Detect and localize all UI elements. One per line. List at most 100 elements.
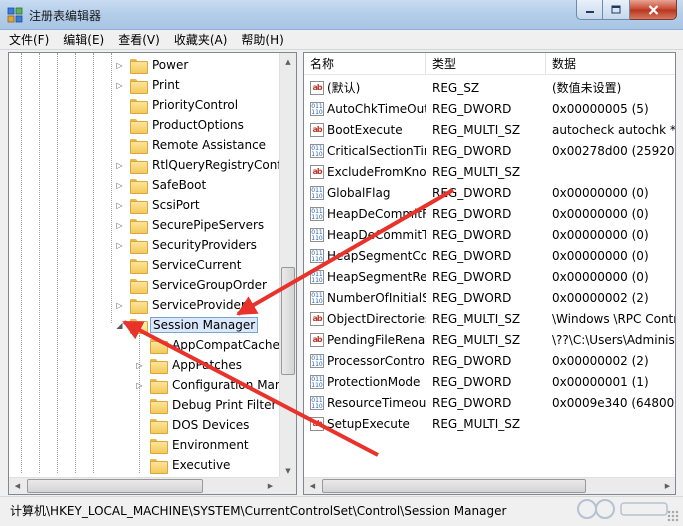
column-type[interactable]: 类型 — [426, 53, 546, 75]
menu-bar: 文件(F) 编辑(E) 查看(V) 收藏夹(A) 帮助(H) — [0, 30, 683, 50]
tree-item[interactable]: ServiceCurrent — [115, 255, 243, 275]
list-item[interactable]: 011110HeapDeCommitTotalFreeThreshold REG_… — [304, 224, 675, 245]
list-item[interactable]: ab (默认) REG_SZ (数值未设置) — [304, 77, 675, 98]
expand-arrow-icon[interactable]: ▷ — [115, 301, 124, 310]
list-item[interactable]: 011 110 ProtectionMode REG_DWORD 0x00000001 … — [304, 371, 675, 392]
maximize-button[interactable] — [603, 0, 630, 20]
resize-grip[interactable] — [667, 510, 679, 522]
folder-icon — [150, 418, 168, 434]
list-item[interactable]: 011110NumberOfInitialSessions REG_DWORD 0x… — [304, 287, 675, 308]
tree-item[interactable]: ServiceGroupOrder — [115, 275, 269, 295]
string-value-icon: ab — [310, 416, 324, 431]
key-tree[interactable]: ▷ Power ▷ Print PriorityControl ProductOption… — [8, 52, 297, 495]
tree-item[interactable]: DOS Devices — [135, 415, 251, 435]
tree-item[interactable]: Debug Print Filter — [135, 395, 278, 415]
tree-vertical-scrollbar[interactable]: ▲ ▼ — [279, 53, 296, 479]
tree-guide-line — [39, 53, 40, 473]
list-item[interactable]: ab SetupExecute REG_MULTI_SZ — [304, 413, 675, 434]
expand-arrow-icon[interactable]: ▷ — [115, 201, 124, 210]
value-list[interactable]: 名称 类型 数据 ab (默认) REG_SZ (数值未设置) 011 110 AutoCh… — [303, 52, 676, 495]
value-name: HeapSegmentCommit — [327, 248, 426, 263]
menu-edit[interactable]: 编辑(E) — [56, 30, 111, 50]
list-item[interactable]: abExcludeFromKnownDlls REG_MULTI_SZ — [304, 161, 675, 182]
scroll-thumb[interactable] — [27, 479, 203, 493]
tree-horizontal-scrollbar[interactable]: ◀ ▶ — [9, 477, 279, 494]
value-name: PendingFileRenameOperations — [327, 332, 426, 347]
tree-item[interactable]: ▷ SecurePipeServers — [115, 215, 266, 235]
tree-item[interactable]: Executive — [135, 455, 232, 475]
tree-item[interactable]: ▷ ScsiPort — [115, 195, 202, 215]
collapse-arrow-icon[interactable]: ◢ — [115, 321, 124, 330]
tree-item[interactable]: ▷ SafeBoot — [115, 175, 208, 195]
expand-arrow-icon[interactable]: ▷ — [135, 381, 144, 390]
tree-item[interactable]: ▷ Configuration Manager — [135, 375, 296, 395]
list-item[interactable]: ab BootExecute REG_MULTI_SZ autocheck autoc… — [304, 119, 675, 140]
value-name-cell: 011 110 AutoChkTimeOut — [304, 101, 426, 116]
value-data: 0x00000000 (0) — [552, 185, 649, 200]
scroll-left-icon[interactable]: ◀ — [304, 478, 321, 494]
minimize-button[interactable] — [576, 0, 603, 20]
list-item[interactable]: ab ObjectDirectories REG_MULTI_SZ \Windows … — [304, 308, 675, 329]
list-item[interactable]: 011110HeapSegmentCommit REG_DWORD 0x000000… — [304, 245, 675, 266]
menu-view[interactable]: 查看(V) — [111, 30, 167, 50]
tree-item[interactable]: Remote Assistance — [115, 135, 268, 155]
scroll-right-icon[interactable]: ▶ — [659, 478, 675, 494]
expand-arrow-icon[interactable]: ▷ — [115, 181, 124, 190]
close-button[interactable] — [630, 0, 677, 20]
expand-arrow-icon[interactable]: ▷ — [115, 81, 124, 90]
expand-arrow-icon[interactable]: ▷ — [135, 361, 144, 370]
column-name[interactable]: 名称 — [304, 53, 426, 75]
list-item[interactable]: 011110CriticalSectionTimeout REG_DWORD 0x0… — [304, 140, 675, 161]
expand-arrow-icon[interactable]: ▷ — [115, 61, 124, 70]
menu-help[interactable]: 帮助(H) — [234, 30, 290, 50]
tree-item[interactable]: ProductOptions — [115, 115, 246, 135]
menu-favorites[interactable]: 收藏夹(A) — [167, 30, 235, 50]
tree-item[interactable]: ◢ Session Manager — [115, 315, 259, 335]
menu-file[interactable]: 文件(F) — [0, 30, 56, 50]
list-item[interactable]: 011 110 AutoChkTimeOut REG_DWORD 0x00000005 … — [304, 98, 675, 119]
list-item[interactable]: 011110HeapSegmentReserve REG_DWORD 0x00000… — [304, 266, 675, 287]
binary-value-icon: 011 110 — [310, 374, 324, 389]
value-type: REG_MULTI_SZ — [432, 122, 521, 137]
title-bar[interactable]: 注册表编辑器 — [0, 0, 683, 30]
tree-item[interactable]: ▷ ServiceProvider — [115, 295, 248, 315]
tree-item-label: ScsiPort — [152, 198, 200, 212]
scroll-right-icon[interactable]: ▶ — [262, 478, 279, 494]
tree-item-label: ProductOptions — [152, 118, 244, 132]
scroll-thumb[interactable] — [281, 267, 295, 375]
tree-item[interactable]: ▷ Print — [115, 75, 182, 95]
binary-value-icon: 011 110 — [310, 206, 324, 221]
value-name: NumberOfInitialSessions — [327, 290, 426, 305]
value-data: 0x00000000 (0) — [552, 248, 649, 263]
value-type: REG_DWORD — [432, 227, 512, 242]
binary-value-icon: 011 110 — [310, 353, 324, 368]
tree-item[interactable]: ▷ AppPatches — [135, 355, 244, 375]
value-name-cell: 011110HeapSegmentReserve — [304, 269, 426, 284]
tree-item-label: RtlQueryRegistryConfig — [152, 158, 293, 172]
scroll-thumb[interactable] — [322, 479, 586, 493]
tree-item[interactable]: ▷ RtlQueryRegistryConfig — [115, 155, 294, 175]
value-data: 0x00000001 (1) — [552, 374, 649, 389]
folder-icon — [130, 78, 148, 94]
list-horizontal-scrollbar[interactable]: ◀ ▶ — [304, 477, 675, 494]
list-item[interactable]: 011110ResourceTimeoutCount REG_DWORD 0x000… — [304, 392, 675, 413]
binary-value-icon: 011 110 — [310, 101, 324, 116]
list-item[interactable]: abPendingFileRenameOperations REG_MULTI_S… — [304, 329, 675, 350]
list-item[interactable]: 011110HeapDeCommitFreeBlockThreshold REG_… — [304, 203, 675, 224]
expand-arrow-icon[interactable]: ▷ — [115, 161, 124, 170]
column-data[interactable]: 数据 — [546, 53, 675, 75]
expand-arrow-icon[interactable]: ▷ — [115, 221, 124, 230]
list-item[interactable]: 011 110 ProcessorControl REG_DWORD 0x0000000… — [304, 350, 675, 371]
list-item[interactable]: 011 110 GlobalFlag REG_DWORD 0x00000000 (0) — [304, 182, 675, 203]
value-type: REG_DWORD — [432, 395, 512, 410]
tree-item[interactable]: ▷ SecurityProviders — [115, 235, 259, 255]
expand-arrow-icon[interactable]: ▷ — [115, 241, 124, 250]
tree-item[interactable]: Environment — [135, 435, 251, 455]
scroll-up-icon[interactable]: ▲ — [280, 53, 296, 70]
tree-item[interactable]: PriorityControl — [115, 95, 240, 115]
tree-item[interactable]: AppCompatCache — [135, 335, 282, 355]
scroll-left-icon[interactable]: ◀ — [9, 478, 26, 494]
tree-item[interactable]: ▷ Power — [115, 55, 190, 75]
value-data: 0x00000000 (0) — [552, 206, 649, 221]
